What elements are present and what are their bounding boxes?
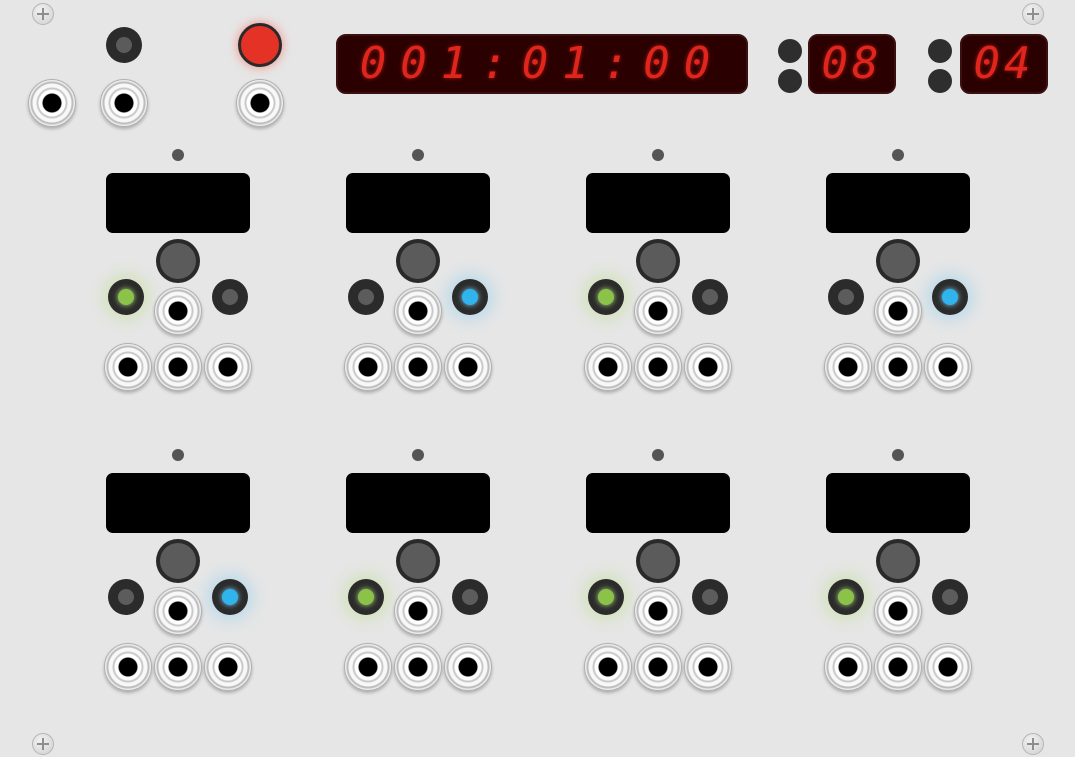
value-b-display: 04	[960, 34, 1048, 94]
channel-screen	[826, 473, 970, 533]
channel-main-button[interactable]	[876, 239, 920, 283]
channel-led	[652, 449, 664, 461]
channel-output-jack[interactable]	[154, 643, 202, 691]
channel-output-jack[interactable]	[634, 343, 682, 391]
reset-button[interactable]	[106, 27, 142, 63]
channel-left-button[interactable]	[108, 279, 144, 315]
channel-right-button[interactable]	[452, 279, 488, 315]
channel-right-button[interactable]	[452, 579, 488, 615]
channel-right-button[interactable]	[932, 279, 968, 315]
channel-main-button[interactable]	[636, 239, 680, 283]
channel-left-button[interactable]	[588, 579, 624, 615]
screw-icon	[32, 3, 54, 25]
screw-icon	[32, 733, 54, 755]
channel-led	[172, 449, 184, 461]
channel-right-button[interactable]	[692, 279, 728, 315]
module-panel: 001:01:00 08 04	[0, 0, 1075, 757]
time-display-value: 001:01:00	[359, 38, 725, 89]
channel-screen	[106, 473, 250, 533]
channel-output-jack[interactable]	[824, 343, 872, 391]
channel-output-jack[interactable]	[344, 343, 392, 391]
value-b-display-value: 04	[973, 38, 1035, 89]
value-b-up-button[interactable]	[928, 39, 952, 63]
channel-screen	[586, 173, 730, 233]
channel-screen	[346, 173, 490, 233]
channel-main-button[interactable]	[396, 539, 440, 583]
channel-output-jack[interactable]	[924, 643, 972, 691]
channel-trigger-jack[interactable]	[874, 587, 922, 635]
value-b-down-button[interactable]	[928, 69, 952, 93]
value-a-up-button[interactable]	[778, 39, 802, 63]
channel-output-jack[interactable]	[924, 343, 972, 391]
value-a-display: 08	[808, 34, 896, 94]
channel-led	[172, 149, 184, 161]
channel-trigger-jack[interactable]	[634, 587, 682, 635]
channel-output-jack[interactable]	[874, 343, 922, 391]
clock-input-jack[interactable]	[28, 79, 76, 127]
screw-icon	[1022, 3, 1044, 25]
channel-output-jack[interactable]	[824, 643, 872, 691]
channel-right-button[interactable]	[212, 279, 248, 315]
value-a-down-button[interactable]	[778, 69, 802, 93]
time-display: 001:01:00	[336, 34, 748, 94]
channel-left-button[interactable]	[348, 279, 384, 315]
channel-output-jack[interactable]	[104, 643, 152, 691]
channel-right-button[interactable]	[932, 579, 968, 615]
record-input-jack[interactable]	[236, 79, 284, 127]
channel-output-jack[interactable]	[634, 643, 682, 691]
channel-led	[892, 449, 904, 461]
reset-input-jack[interactable]	[100, 79, 148, 127]
channel-trigger-jack[interactable]	[394, 287, 442, 335]
channel-output-jack[interactable]	[874, 643, 922, 691]
channel-right-button[interactable]	[692, 579, 728, 615]
screw-icon	[1022, 733, 1044, 755]
channel-output-jack[interactable]	[154, 343, 202, 391]
channel-left-button[interactable]	[108, 579, 144, 615]
channel-trigger-jack[interactable]	[154, 287, 202, 335]
channel-right-button[interactable]	[212, 579, 248, 615]
channel-led	[892, 149, 904, 161]
channel-main-button[interactable]	[156, 539, 200, 583]
channel-left-button[interactable]	[588, 279, 624, 315]
channel-output-jack[interactable]	[344, 643, 392, 691]
channel-output-jack[interactable]	[204, 343, 252, 391]
channel-led	[412, 449, 424, 461]
channel-output-jack[interactable]	[394, 343, 442, 391]
channel-output-jack[interactable]	[204, 643, 252, 691]
value-a-display-value: 08	[821, 38, 883, 89]
channel-left-button[interactable]	[348, 579, 384, 615]
channel-output-jack[interactable]	[684, 343, 732, 391]
channel-main-button[interactable]	[396, 239, 440, 283]
channel-output-jack[interactable]	[684, 643, 732, 691]
channel-left-button[interactable]	[828, 279, 864, 315]
channel-main-button[interactable]	[876, 539, 920, 583]
channel-led	[652, 149, 664, 161]
channel-trigger-jack[interactable]	[154, 587, 202, 635]
channel-screen	[346, 473, 490, 533]
channel-trigger-jack[interactable]	[874, 287, 922, 335]
channel-main-button[interactable]	[636, 539, 680, 583]
channel-left-button[interactable]	[828, 579, 864, 615]
channel-trigger-jack[interactable]	[634, 287, 682, 335]
channel-output-jack[interactable]	[104, 343, 152, 391]
channel-screen	[826, 173, 970, 233]
channel-output-jack[interactable]	[584, 643, 632, 691]
channel-screen	[106, 173, 250, 233]
channel-led	[412, 149, 424, 161]
channel-main-button[interactable]	[156, 239, 200, 283]
channel-output-jack[interactable]	[394, 643, 442, 691]
channel-screen	[586, 473, 730, 533]
channel-output-jack[interactable]	[444, 643, 492, 691]
channel-trigger-jack[interactable]	[394, 587, 442, 635]
channel-output-jack[interactable]	[444, 343, 492, 391]
record-button[interactable]	[238, 23, 282, 67]
channel-output-jack[interactable]	[584, 343, 632, 391]
